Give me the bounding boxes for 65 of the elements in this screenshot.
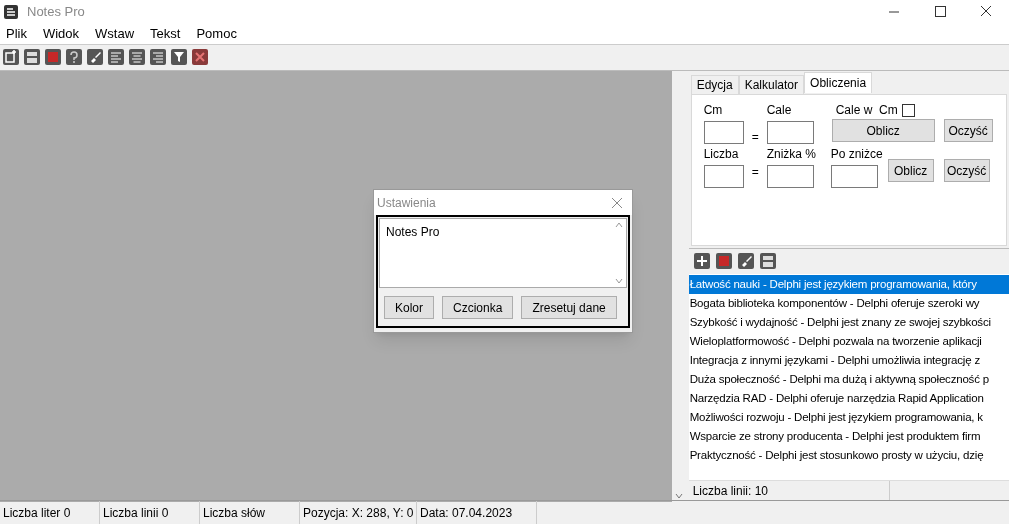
plus-icon[interactable] (693, 253, 710, 269)
menu-item[interactable]: Wstaw (95, 24, 135, 44)
delete-icon[interactable] (715, 253, 732, 269)
text-area-content: Notes Pro (385, 224, 441, 241)
menu-item[interactable]: Plik (6, 24, 27, 44)
align-center-icon[interactable] (129, 48, 145, 65)
text-area[interactable]: Notes Pro (379, 218, 627, 288)
menu-item[interactable]: Tekst (150, 24, 181, 44)
status-text: Liczba słów (200, 501, 300, 524)
clear-button[interactable]: Oczyść (943, 119, 993, 142)
list-item[interactable]: Szybkość i wydajność - Delphi jest znany ze swojej szybkości (688, 313, 1009, 332)
align-left-icon[interactable] (108, 48, 124, 65)
checkbox[interactable] (901, 103, 915, 117)
list-item[interactable]: Praktyczność - Delphi jest stosunkowo prosty w użyciu, dzię (688, 446, 1009, 465)
tab[interactable]: Kalkulator (738, 75, 805, 94)
field-label: Cale (766, 102, 793, 119)
field-label: Liczba (703, 146, 740, 163)
menu-item[interactable]: Pomoc (196, 24, 237, 44)
scroll-down-icon[interactable] (675, 493, 684, 499)
list-item[interactable]: Możliwości rozwoju - Delphi jest językiem programowania, k (688, 408, 1009, 427)
dialog-button[interactable]: Kolor (384, 296, 434, 319)
delete-icon[interactable] (192, 48, 208, 65)
equals-sign: = (751, 164, 759, 181)
field-label: Po zniżce (830, 146, 883, 163)
status-text: Data: 07.04.2023 (417, 501, 537, 524)
dialog-button[interactable]: Zresetuj dane (521, 296, 617, 319)
list-item[interactable]: Wsparcie ze strony producenta - Delphi jest produktem firm (688, 427, 1009, 446)
menu-item[interactable]: Widok (42, 24, 80, 44)
status-text: Liczba linii 0 (100, 501, 200, 524)
app-icon (3, 4, 19, 20)
field-label: Cm (703, 102, 724, 119)
list-item[interactable]: Duża społeczność - Delphi ma dużą i aktywną społeczność p (688, 370, 1009, 389)
dialog-title: Ustawienia (377, 194, 436, 212)
new-note-icon[interactable] (3, 48, 19, 65)
field-label: Zniżka % (766, 146, 816, 163)
status-text: Liczba liter 0 (0, 501, 100, 524)
calculate-button[interactable]: Oblicz (831, 119, 935, 142)
equals-sign: = (751, 129, 759, 146)
list-item[interactable]: Wieloplatformowość - Delphi pozwala na tworzenie aplikacji (688, 332, 1009, 351)
result-field[interactable] (830, 165, 878, 188)
checkbox-label: Cale w Cm (835, 102, 898, 119)
align-right-icon[interactable] (150, 48, 166, 65)
list-item[interactable]: Integracja z innymi językami - Delphi umożliwia integrację z (688, 351, 1009, 370)
status-text: Pozycja: X: 288, Y: 0 (300, 501, 417, 524)
filter-icon[interactable] (171, 48, 187, 65)
list-item[interactable]: Łatwość nauki - Delphi jest językiem programowania, który (688, 275, 1009, 294)
inch-field[interactable] (766, 121, 814, 144)
close-icon[interactable] (611, 196, 623, 209)
tab[interactable]: Edycja (690, 75, 739, 94)
brush-icon[interactable] (737, 253, 754, 269)
cm-field[interactable] (703, 121, 744, 144)
calculate-button[interactable]: Oblicz (887, 159, 934, 182)
help-icon[interactable] (66, 48, 82, 65)
number-field[interactable] (703, 165, 744, 188)
tab[interactable]: Obliczenia (804, 72, 873, 93)
brush-icon[interactable] (87, 48, 103, 65)
list-item[interactable]: Narzędzia RAD - Delphi oferuje narzędzia Rapid Application (688, 389, 1009, 408)
dialog-button[interactable]: Czcionka (442, 296, 514, 319)
line-count: Liczba linii: 10 (691, 482, 769, 500)
delete-icon[interactable] (45, 48, 61, 65)
window-title: Notes Pro (27, 3, 85, 22)
clear-button[interactable]: Oczyść (943, 159, 990, 182)
list-item[interactable]: Bogata biblioteka komponentów - Delphi oferuje szeroki wy (688, 294, 1009, 313)
discount-field[interactable] (766, 165, 814, 188)
notes-list[interactable] (688, 274, 1009, 480)
